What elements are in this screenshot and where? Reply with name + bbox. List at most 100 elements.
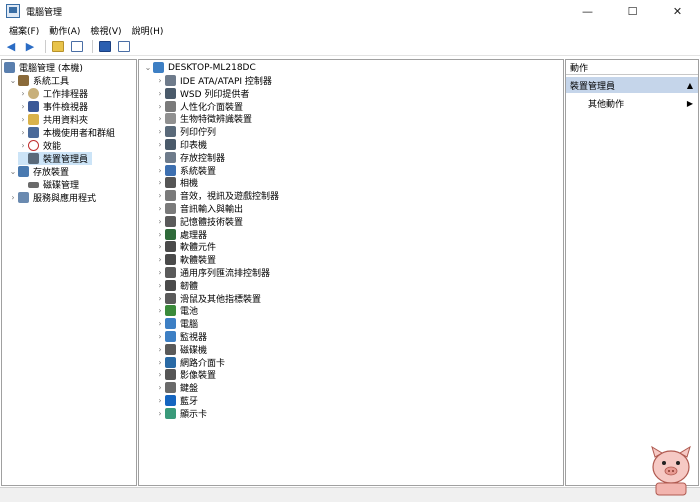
expand-arrow-icon[interactable]: › <box>155 281 165 290</box>
expand-arrow-icon[interactable]: › <box>18 128 28 137</box>
tree-item-performance[interactable]: › 效能 <box>18 139 61 152</box>
tree-item-local-users[interactable]: › 本機使用者和群組 <box>18 126 115 139</box>
help-icon[interactable] <box>97 40 113 54</box>
menu-help[interactable]: 說明(H) <box>127 24 169 37</box>
expand-arrow-icon[interactable]: › <box>155 230 165 239</box>
device-category-row[interactable]: › 列印佇列 <box>155 125 216 138</box>
menu-view[interactable]: 檢視(V) <box>85 24 126 37</box>
expand-arrow-icon[interactable]: › <box>155 383 165 392</box>
processor-icon <box>165 228 176 240</box>
expand-arrow-icon[interactable]: › <box>155 319 165 328</box>
more-actions-item[interactable]: 其他動作 ▶ <box>566 96 698 110</box>
expand-arrow-icon[interactable]: › <box>155 178 165 187</box>
device-category-row[interactable]: › 系統裝置 <box>155 164 216 177</box>
expand-arrow-icon[interactable]: › <box>155 127 165 136</box>
device-category-row[interactable]: › 電池 <box>155 304 198 317</box>
expand-arrow-icon[interactable]: › <box>155 294 165 303</box>
expand-arrow-icon[interactable]: › <box>155 306 165 315</box>
device-tree-root[interactable]: ⌄ DESKTOP-ML218DC <box>143 61 256 74</box>
expand-arrow-icon[interactable]: › <box>155 358 165 367</box>
expand-arrow-icon[interactable]: › <box>155 191 165 200</box>
expand-arrow-icon[interactable]: › <box>18 102 28 111</box>
expand-arrow-icon[interactable]: › <box>155 76 165 85</box>
expand-arrow-icon[interactable]: › <box>155 409 165 418</box>
software-component-icon <box>165 241 176 253</box>
expand-arrow-icon[interactable]: › <box>155 102 165 111</box>
menu-action[interactable]: 動作(A) <box>44 24 85 37</box>
device-category-row[interactable]: › 藍牙 <box>155 394 198 407</box>
tree-item-storage[interactable]: ⌄ 存放裝置 <box>8 165 69 178</box>
device-category-row[interactable]: › 軟體裝置 <box>155 253 216 266</box>
close-button[interactable]: ✕ <box>655 0 700 22</box>
device-category-row[interactable]: › 軟體元件 <box>155 240 216 253</box>
tree-item-device-manager[interactable]: 裝置管理員 <box>18 152 92 165</box>
expand-arrow-icon[interactable]: › <box>155 166 165 175</box>
expand-arrow-icon[interactable]: › <box>18 115 28 124</box>
device-category-label: 處理器 <box>180 230 208 241</box>
device-category-row[interactable]: › 印表機 <box>155 138 207 151</box>
tree-item-system-tools[interactable]: ⌄ 系統工具 <box>8 74 69 87</box>
toolbar-separator <box>92 40 93 53</box>
expand-arrow-icon[interactable]: › <box>18 89 28 98</box>
expand-arrow-icon[interactable]: › <box>8 193 18 202</box>
computer-icon <box>153 62 164 73</box>
device-category-row[interactable]: › 通用序列匯流排控制器 <box>155 266 270 279</box>
tree-item-task-scheduler[interactable]: › 工作排程器 <box>18 87 88 100</box>
expand-arrow-icon[interactable]: › <box>155 242 165 251</box>
device-category-row[interactable]: › 記憶體技術裝置 <box>155 215 243 228</box>
device-category-row[interactable]: › 音訊輸入與輸出 <box>155 202 243 215</box>
expand-arrow-icon[interactable]: › <box>155 114 165 123</box>
tree-item-shared-folders[interactable]: › 共用資料夾 <box>18 113 88 126</box>
device-category-row[interactable]: › 相機 <box>155 176 198 189</box>
device-category-row[interactable]: › 韌體 <box>155 279 198 292</box>
up-folder-icon[interactable] <box>50 40 66 54</box>
device-category-row[interactable]: › 磁碟機 <box>155 343 207 356</box>
device-category-row[interactable]: › 電腦 <box>155 317 198 330</box>
expand-arrow-icon[interactable]: › <box>18 141 28 150</box>
expand-arrow-icon[interactable]: › <box>155 268 165 277</box>
device-category-label: 記憶體技術裝置 <box>180 217 244 228</box>
device-category-row[interactable]: › 顯示卡 <box>155 407 207 420</box>
maximize-button[interactable]: ☐ <box>610 0 655 22</box>
collapse-arrow-icon[interactable]: ⌄ <box>8 76 18 85</box>
expand-arrow-icon[interactable]: › <box>155 396 165 405</box>
collapse-arrow-icon[interactable]: ⌄ <box>143 63 153 72</box>
expand-arrow-icon[interactable]: › <box>155 140 165 149</box>
menu-bar: 檔案(F) 動作(A) 檢視(V) 說明(H) <box>0 22 700 38</box>
expand-arrow-icon[interactable]: › <box>155 204 165 213</box>
tree-item-event-viewer[interactable]: › 事件檢視器 <box>18 100 88 113</box>
expand-arrow-icon[interactable]: › <box>155 255 165 264</box>
imaging-device-icon <box>165 369 176 381</box>
expand-arrow-icon[interactable]: › <box>155 345 165 354</box>
device-category-row[interactable]: › 網路介面卡 <box>155 356 225 369</box>
expand-arrow-icon[interactable]: › <box>155 332 165 341</box>
device-category-label: 網路介面卡 <box>180 358 226 369</box>
tree-item-disk-management[interactable]: 磁碟管理 <box>18 178 79 191</box>
expand-arrow-icon[interactable]: › <box>155 370 165 379</box>
device-category-row[interactable]: › 生物特徵辨識裝置 <box>155 112 252 125</box>
minimize-button[interactable]: — <box>565 0 610 22</box>
device-category-row[interactable]: › 監視器 <box>155 330 207 343</box>
device-category-row[interactable]: › 處理器 <box>155 228 207 241</box>
device-category-row[interactable]: › 鍵盤 <box>155 381 198 394</box>
device-category-row[interactable]: › 音效，視訊及遊戲控制器 <box>155 189 279 202</box>
forward-icon[interactable]: ▶ <box>22 40 38 54</box>
device-category-row[interactable]: › WSD 列印提供者 <box>155 87 249 100</box>
tree-item-services[interactable]: › 服務與應用程式 <box>8 191 96 204</box>
tree-root[interactable]: 電腦管理 (本機) <box>4 61 83 74</box>
device-category-row[interactable]: › 滑鼠及其他指標裝置 <box>155 292 261 305</box>
device-category-row[interactable]: › IDE ATA/ATAPI 控制器 <box>155 74 272 87</box>
expand-arrow-icon[interactable]: › <box>155 217 165 226</box>
device-category-row[interactable]: › 人性化介面裝置 <box>155 100 243 113</box>
show-action-pane-icon[interactable] <box>116 40 132 54</box>
collapse-up-icon[interactable]: ▲ <box>687 81 693 90</box>
expand-arrow-icon[interactable]: › <box>155 153 165 162</box>
menu-file[interactable]: 檔案(F) <box>4 24 44 37</box>
device-category-row[interactable]: › 存放控制器 <box>155 151 225 164</box>
device-category-row[interactable]: › 影像裝置 <box>155 368 216 381</box>
show-hide-tree-icon[interactable] <box>69 40 85 54</box>
actions-section-device-manager[interactable]: 裝置管理員 ▲ <box>566 77 698 93</box>
back-icon[interactable]: ◀ <box>3 40 19 54</box>
expand-arrow-icon[interactable]: › <box>155 89 165 98</box>
collapse-arrow-icon[interactable]: ⌄ <box>8 167 18 176</box>
